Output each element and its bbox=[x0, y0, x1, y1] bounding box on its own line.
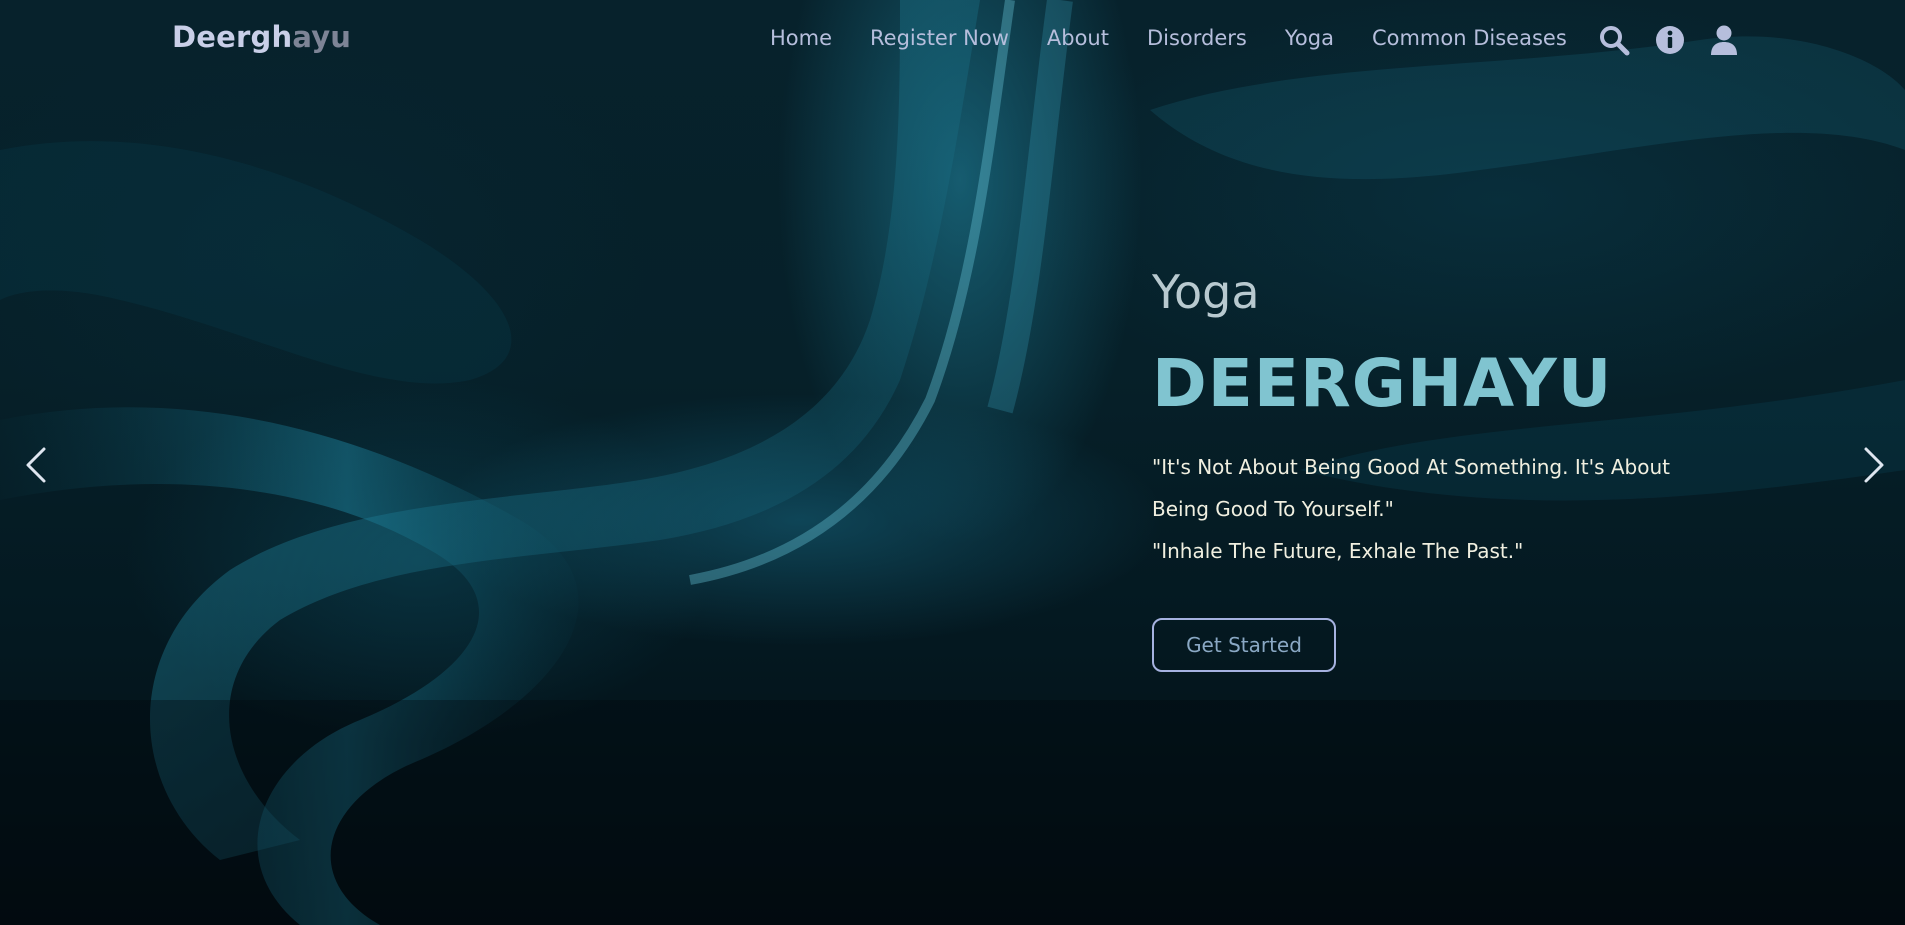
brand-logo[interactable]: Deerghayu bbox=[172, 20, 351, 54]
search-icon[interactable] bbox=[1598, 24, 1630, 56]
hero-quote-1: "It's Not About Being Good At Something.… bbox=[1152, 455, 1670, 521]
nav-item-yoga[interactable]: Yoga bbox=[1285, 26, 1334, 50]
logo-text-secondary: ayu bbox=[292, 20, 352, 54]
carousel-prev-button[interactable] bbox=[22, 443, 52, 487]
nav-item-register-now[interactable]: Register Now bbox=[870, 26, 1009, 50]
hero-headline: DEERGHAYU bbox=[1152, 345, 1613, 422]
chevron-left-icon bbox=[26, 447, 46, 483]
hero-content: Yoga DEERGHAYU "It's Not About Being Goo… bbox=[1152, 262, 1712, 672]
hero-eyebrow: Yoga bbox=[1152, 265, 1260, 319]
chevron-right-icon bbox=[1864, 447, 1884, 483]
info-icon[interactable] bbox=[1654, 24, 1686, 56]
user-icon[interactable] bbox=[1708, 24, 1740, 56]
logo-text-primary: Deergh bbox=[172, 20, 293, 54]
hero-section: Deerghayu Home Register Now About Disord… bbox=[0, 0, 1905, 925]
nav-item-home[interactable]: Home bbox=[770, 26, 832, 50]
get-started-button[interactable]: Get Started bbox=[1152, 618, 1336, 672]
main-nav: Home Register Now About Disorders Yoga C… bbox=[770, 26, 1567, 50]
carousel-next-button[interactable] bbox=[1858, 443, 1888, 487]
nav-item-common-diseases[interactable]: Common Diseases bbox=[1372, 26, 1567, 50]
nav-item-about[interactable]: About bbox=[1047, 26, 1109, 50]
nav-item-disorders[interactable]: Disorders bbox=[1147, 26, 1247, 50]
hero-quote-2: "Inhale The Future, Exhale The Past." bbox=[1152, 539, 1524, 563]
